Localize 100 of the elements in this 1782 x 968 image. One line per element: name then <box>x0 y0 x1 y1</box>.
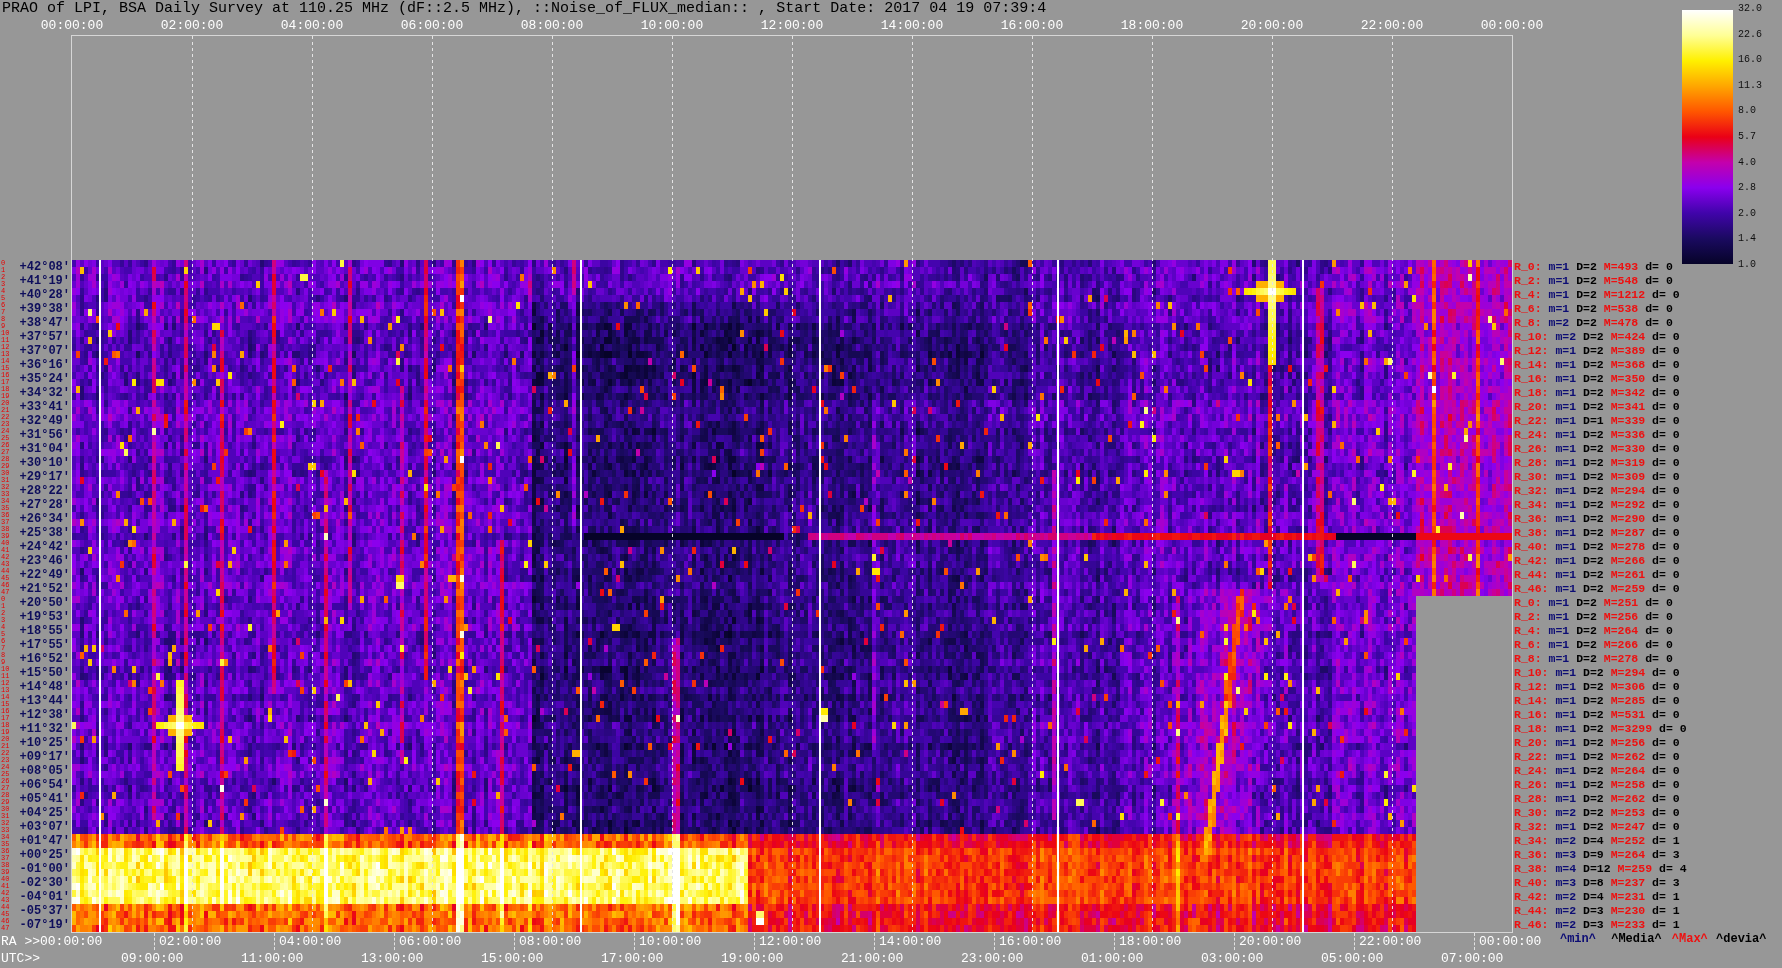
declination-label: +36°16′ <box>19 358 70 372</box>
declination-label: +35°24′ <box>19 372 70 386</box>
declination-label: -02°30′ <box>19 876 70 890</box>
ra-axis-label: 18:00:00 <box>1119 933 1182 950</box>
ra-axis-label: 20:00:00 <box>1239 933 1302 950</box>
region-stats-line: R_20: m=1 D=2 M=256 d= 0 <box>1514 736 1680 750</box>
region-stats-line: R_42: m=1 D=2 M=266 d= 0 <box>1514 554 1680 568</box>
declination-label: -07°19′ <box>19 918 70 932</box>
declination-label: +42°08′ <box>19 260 70 274</box>
declination-label: +21°52′ <box>19 582 70 596</box>
region-stats-line: R_34: m=2 D=4 M=252 d= 1 <box>1514 834 1680 848</box>
region-stats-line: R_28: m=1 D=2 M=319 d= 0 <box>1514 456 1680 470</box>
time-axis-label: 06:00:00 <box>400 17 464 35</box>
region-stats-line: R_30: m=2 D=2 M=253 d= 0 <box>1514 806 1680 820</box>
time-axis-label: 10:00:00 <box>640 17 704 35</box>
ra-axis-label: 00:00:00 <box>40 933 103 950</box>
utc-axis-label: 17:00:00 <box>601 950 664 967</box>
region-stats-line: R_36: m=3 D=9 M=264 d= 3 <box>1514 848 1680 862</box>
color-scale-label: 5.7 <box>1738 129 1756 144</box>
region-stats-line: R_24: m=1 D=2 M=336 d= 0 <box>1514 428 1680 442</box>
chart-title: PRAO of LPI, BSA Daily Survey at 110.25 MHz (dF::2.5 MHz), ::Noise_of_FLUX_median:: , Start Date: 2017 04 19 07:39:4 <box>2 0 1047 17</box>
ra-axis-label: 14:00:00 <box>879 933 942 950</box>
declination-label: +41°19′ <box>19 274 70 288</box>
region-stats-line: R_34: m=1 D=2 M=292 d= 0 <box>1514 498 1680 512</box>
utc-axis-label: 09:00:00 <box>121 950 184 967</box>
declination-label: +40°28′ <box>19 288 70 302</box>
region-stats-line: R_32: m=1 D=2 M=294 d= 0 <box>1514 484 1680 498</box>
stats-legend: ^min^ ^Media^ ^Max^ ^devia^ <box>1559 933 1782 946</box>
declination-label: +13°44′ <box>19 694 70 708</box>
declination-label: +30°10′ <box>19 456 70 470</box>
region-stats-line: R_16: m=1 D=2 M=531 d= 0 <box>1514 708 1680 722</box>
declination-label: +18°55′ <box>19 624 70 638</box>
declination-label: +39°38′ <box>19 302 70 316</box>
region-stats-line: R_22: m=1 D=1 M=339 d= 0 <box>1514 414 1680 428</box>
declination-label: +04°25′ <box>19 806 70 820</box>
region-stats-line: R_18: m=1 D=2 M=3299 d= 0 <box>1514 722 1687 736</box>
color-scale-label: 8.0 <box>1738 104 1756 119</box>
region-stats-line: R_12: m=1 D=2 M=389 d= 0 <box>1514 344 1680 358</box>
declination-label: +22°49′ <box>19 568 70 582</box>
declination-label: +01°47′ <box>19 834 70 848</box>
ra-axis-label: 22:00:00 <box>1359 933 1422 950</box>
time-axis-label: 18:00:00 <box>1120 17 1184 35</box>
region-stats-line: R_22: m=1 D=2 M=262 d= 0 <box>1514 750 1680 764</box>
utc-axis-label: 13:00:00 <box>361 950 424 967</box>
color-scale-label: 32.0 <box>1738 2 1762 16</box>
declination-label: +23°46′ <box>19 554 70 568</box>
region-stats-line: R_16: m=1 D=2 M=350 d= 0 <box>1514 372 1680 386</box>
region-stats-line: R_46: m=1 D=2 M=259 d= 0 <box>1514 582 1680 596</box>
region-stats-line: R_26: m=1 D=2 M=258 d= 0 <box>1514 778 1680 792</box>
ra-axis-label: 00:00:00 <box>1479 933 1542 950</box>
region-stats-line: R_14: m=1 D=2 M=368 d= 0 <box>1514 358 1680 372</box>
time-axis-label: 08:00:00 <box>520 17 584 35</box>
region-stats-line: R_42: m=2 D=4 M=231 d= 1 <box>1514 890 1680 904</box>
time-axis-label: 14:00:00 <box>880 17 944 35</box>
color-scale-label: 4.0 <box>1738 155 1756 170</box>
region-stats-line: R_40: m=3 D=8 M=237 d= 3 <box>1514 876 1680 890</box>
region-stats-line: R_12: m=1 D=2 M=306 d= 0 <box>1514 680 1680 694</box>
region-stats-line: R_30: m=1 D=2 M=309 d= 0 <box>1514 470 1680 484</box>
ra-axis-label: 04:00:00 <box>279 933 342 950</box>
region-stats-line: R_28: m=1 D=2 M=262 d= 0 <box>1514 792 1680 806</box>
utc-axis-title: UTC>> <box>1 950 40 967</box>
color-scale-label: 16.0 <box>1738 53 1762 68</box>
region-stats-line: R_8: m=1 D=2 M=278 d= 0 <box>1514 652 1673 666</box>
declination-label: +31°56′ <box>19 428 70 442</box>
declination-label: +32°49′ <box>19 414 70 428</box>
time-axis-label: 00:00:00 <box>1480 17 1544 35</box>
color-scale-label: 2.8 <box>1738 181 1756 196</box>
region-stats-line: R_38: m=4 D=12 M=259 d= 4 <box>1514 862 1687 876</box>
ra-axis-label: 06:00:00 <box>399 933 462 950</box>
utc-axis-label: 19:00:00 <box>721 950 784 967</box>
declination-label: +08°05′ <box>19 764 70 778</box>
region-stats-line: R_40: m=1 D=2 M=278 d= 0 <box>1514 540 1680 554</box>
declination-label: +19°53′ <box>19 610 70 624</box>
declination-label: -01°00′ <box>19 862 70 876</box>
region-stats-line: R_44: m=2 D=3 M=230 d= 1 <box>1514 904 1680 918</box>
region-stats-line: R_4: m=1 D=2 M=1212 d= 0 <box>1514 288 1680 302</box>
ra-axis-label: 12:00:00 <box>759 933 822 950</box>
region-stats-line: R_36: m=1 D=2 M=290 d= 0 <box>1514 512 1680 526</box>
region-stats-line: R_14: m=1 D=2 M=285 d= 0 <box>1514 694 1680 708</box>
declination-label: +31°04′ <box>19 442 70 456</box>
time-axis-label: 04:00:00 <box>280 17 344 35</box>
declination-label: +14°48′ <box>19 680 70 694</box>
declination-label: +26°34′ <box>19 512 70 526</box>
declination-label: +12°38′ <box>19 708 70 722</box>
region-stats-line: R_2: m=1 D=2 M=256 d= 0 <box>1514 610 1673 624</box>
ra-axis-label: 08:00:00 <box>519 933 582 950</box>
declination-label: +09°17′ <box>19 750 70 764</box>
declination-label: +11°32′ <box>19 722 70 736</box>
declination-label: +33°41′ <box>19 400 70 414</box>
region-stats-line: R_6: m=1 D=2 M=266 d= 0 <box>1514 638 1673 652</box>
region-stats-line: R_2: m=1 D=2 M=548 d= 0 <box>1514 274 1673 288</box>
declination-label: +10°25′ <box>19 736 70 750</box>
region-stats-line: R_0: m=1 D=2 M=251 d= 0 <box>1514 596 1673 610</box>
time-axis-label: 22:00:00 <box>1360 17 1424 35</box>
region-stats-line: R_8: m=2 D=2 M=478 d= 0 <box>1514 316 1673 330</box>
color-scale-label: 1.4 <box>1738 232 1756 247</box>
region-stats-line: R_24: m=1 D=2 M=264 d= 0 <box>1514 764 1680 778</box>
declination-label: +24°42′ <box>19 540 70 554</box>
time-axis-label: 16:00:00 <box>1000 17 1064 35</box>
utc-axis-label: 05:00:00 <box>1321 950 1384 967</box>
